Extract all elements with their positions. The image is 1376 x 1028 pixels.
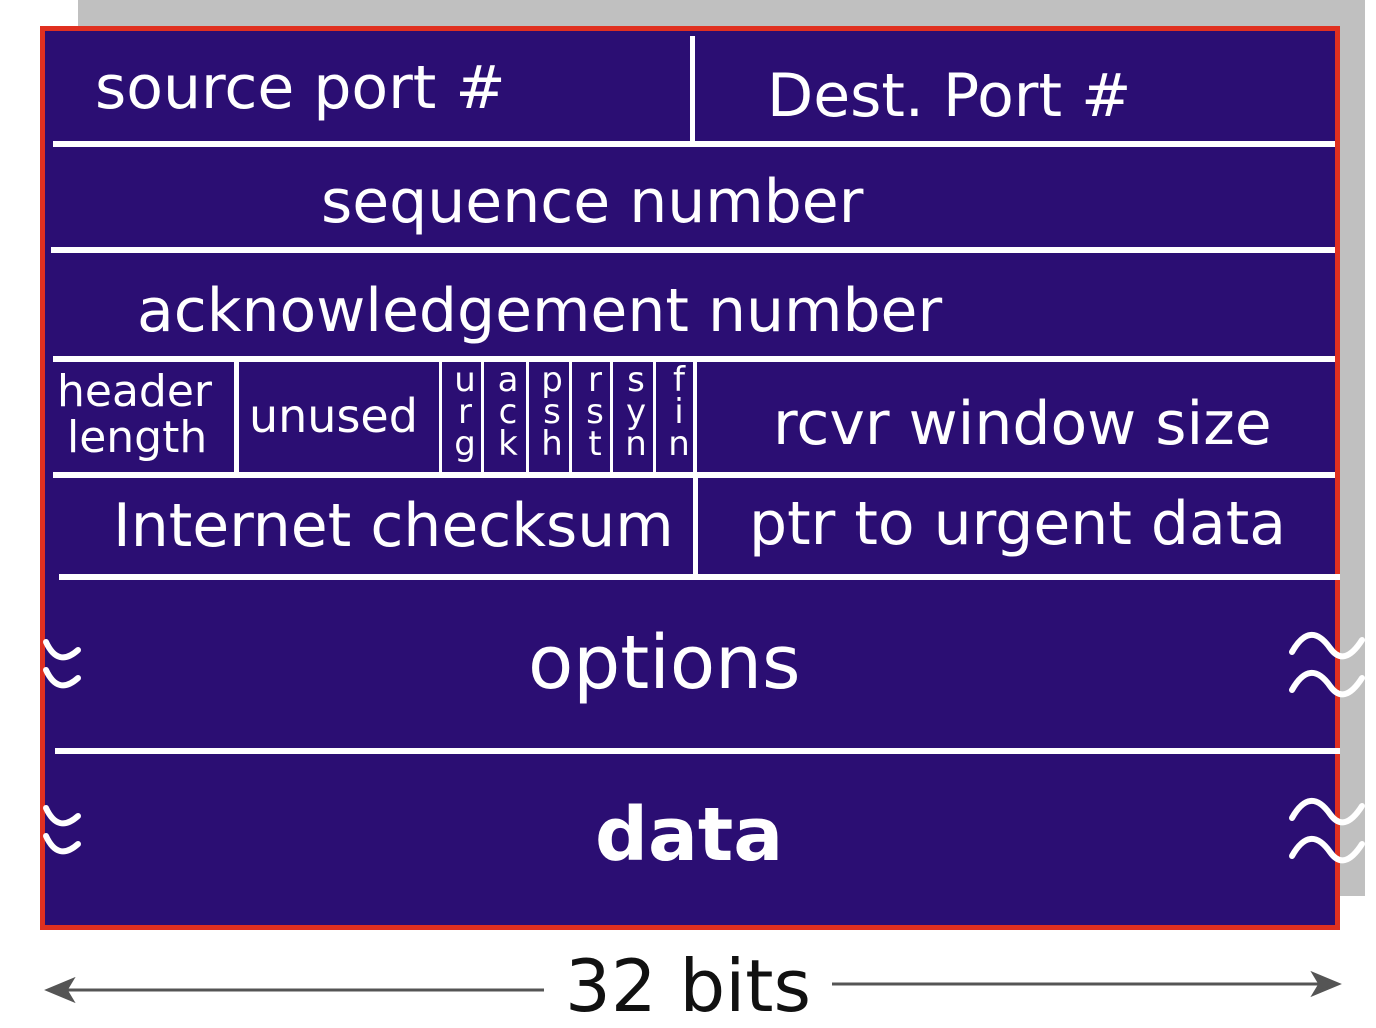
width-arrow [44,970,1342,1004]
width-label: 32 bits [565,944,811,1028]
